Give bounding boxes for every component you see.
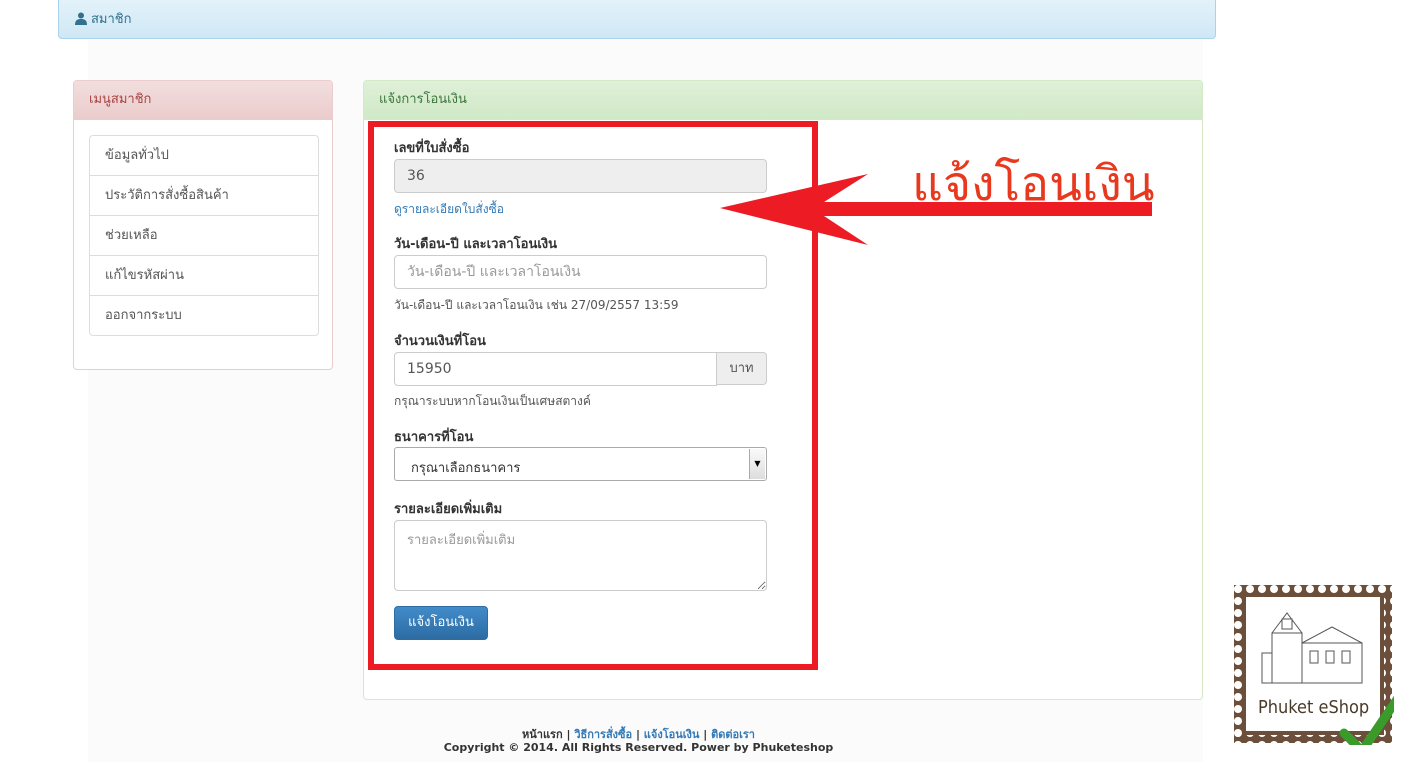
sidebar-item-logout[interactable]: ออกจากระบบ	[90, 296, 318, 335]
member-link[interactable]: สมาชิก	[75, 8, 132, 29]
amount-help: กรุณาระบบหากโอนเงินเป็นเศษสตางค์	[394, 394, 591, 408]
submit-transfer-button[interactable]: แจ้งโอนเงิน	[394, 606, 488, 640]
member-menu-title: เมนูสมาชิก	[74, 81, 332, 120]
order-no-label: เลขที่ใบสั่งซื้อ	[394, 141, 470, 156]
sidebar-item-help[interactable]: ช่วยเหลือ	[90, 216, 318, 256]
sidebar-item-general-info[interactable]: ข้อมูลทั่วไป	[90, 136, 318, 176]
member-menu-panel: เมนูสมาชิก ข้อมูลทั่วไป ประวัติการสั่งซื…	[73, 80, 333, 370]
order-detail-link[interactable]: ดูรายละเอียดใบสั่งซื้อ	[394, 200, 504, 219]
phuket-eshop-logo	[1234, 585, 1394, 745]
footer-notify-transfer-link[interactable]: แจ้งโอนเงิน	[644, 728, 700, 741]
footer-contact-link[interactable]: ติดต่อเรา	[711, 728, 755, 741]
order-no-field[interactable]	[394, 159, 767, 193]
member-label: สมาชิก	[91, 12, 132, 27]
amount-label: จำนวนเงินที่โอน	[394, 334, 486, 349]
datetime-label: วัน-เดือน-ปี และเวลาโอนเงิน	[394, 237, 558, 252]
footer-how-to-order-link[interactable]: วิธีการสั่งซื้อ	[574, 728, 632, 741]
user-icon	[75, 12, 87, 25]
details-textarea[interactable]	[394, 520, 767, 591]
datetime-help: วัน-เดือน-ปี และเวลาโอนเงิน เช่น 27/09/2…	[394, 298, 679, 312]
datetime-input[interactable]	[394, 255, 767, 289]
annotation-label: แจ้งโอนเงิน	[912, 156, 1155, 212]
sidebar-item-order-history[interactable]: ประวัติการสั่งซื้อสินค้า	[90, 176, 318, 216]
amount-unit: บาท	[716, 352, 767, 385]
logo-text: Phuket eShop	[1258, 697, 1370, 718]
amount-input[interactable]	[394, 352, 717, 386]
copyright-text: Copyright © 2014. All Rights Reserved. P…	[443, 741, 834, 754]
footer-home-link[interactable]: หน้าแรก	[522, 728, 563, 741]
sidebar-item-change-password[interactable]: แก้ไขรหัสผ่าน	[90, 256, 318, 296]
top-bar: สมาชิก	[58, 0, 1216, 39]
bank-select[interactable]: กรุณาเลือกธนาคาร ▼	[394, 447, 767, 481]
member-menu-list: ข้อมูลทั่วไป ประวัติการสั่งซื้อสินค้า ช่…	[89, 135, 319, 336]
chevron-down-icon[interactable]: ▼	[749, 449, 765, 479]
bank-label: ธนาคารที่โอน	[394, 430, 474, 445]
details-label: รายละเอียดเพิ่มเติม	[394, 502, 503, 517]
bank-selected-value: กรุณาเลือกธนาคาร	[411, 461, 521, 476]
transfer-notify-title: แจ้งการโอนเงิน	[364, 81, 1202, 120]
